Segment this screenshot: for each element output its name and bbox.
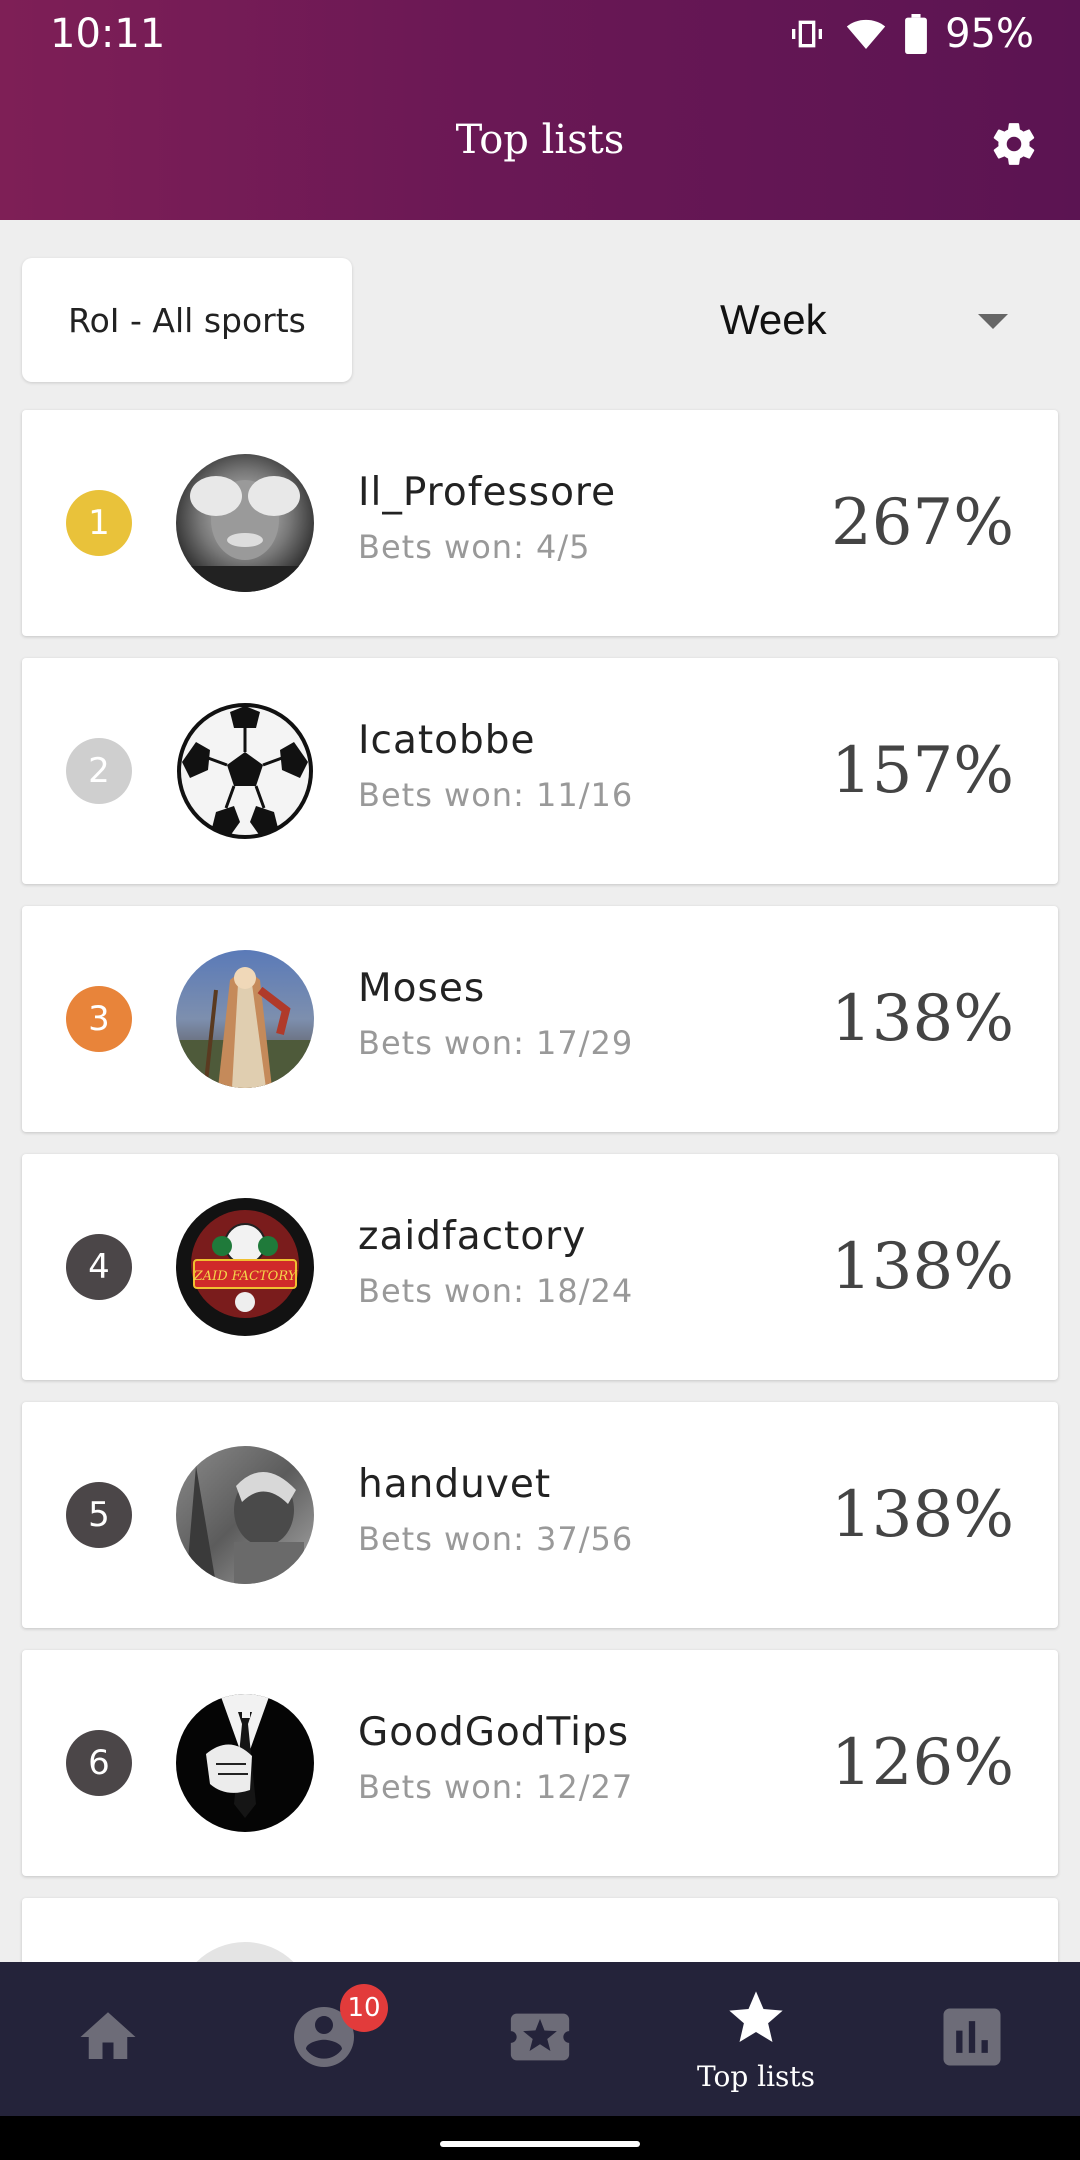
- ticket-icon: [505, 2002, 575, 2076]
- page-title: Top lists: [455, 117, 625, 163]
- roi-value: 138%: [831, 1478, 1014, 1552]
- avatar: [176, 1446, 314, 1584]
- app-header: 10:11 95% Top lists: [0, 0, 1080, 220]
- user-name: zaidfactory: [358, 1214, 587, 1259]
- avatar: [176, 454, 314, 592]
- nav-profile[interactable]: 10: [216, 1962, 432, 2116]
- user-name: GoodGodTips: [358, 1710, 630, 1755]
- avatar: [176, 702, 314, 840]
- status-icons: 95%: [787, 10, 1034, 58]
- bottom-navigation: 10 Top lists: [0, 1962, 1080, 2116]
- nav-tickets[interactable]: [432, 1962, 648, 2116]
- list-item[interactable]: 5 handuvet Bets won: 37/56 138%: [22, 1402, 1058, 1628]
- metric-filter-button[interactable]: RoI - All sports: [22, 258, 352, 382]
- avatar: [176, 1694, 314, 1832]
- nav-label: Top lists: [696, 2059, 816, 2093]
- list-item[interactable]: 2 Icatobbe Bets won: 11/16 157%: [22, 658, 1058, 884]
- nav-stats[interactable]: [864, 1962, 1080, 2116]
- period-dropdown[interactable]: Week: [560, 258, 1040, 382]
- bets-won: Bets won: 18/24: [358, 1272, 634, 1310]
- avatar: ZAID FACTORY: [176, 1198, 314, 1336]
- user-name: handuvet: [358, 1462, 552, 1507]
- nav-top-lists[interactable]: Top lists: [648, 1962, 864, 2116]
- bar-chart-icon: [934, 1999, 1010, 2079]
- bets-won: Bets won: 12/27: [358, 1768, 634, 1806]
- bets-won: Bets won: 11/16: [358, 776, 634, 814]
- home-gesture-bar[interactable]: [440, 2141, 640, 2147]
- bets-won: Bets won: 4/5: [358, 528, 591, 566]
- user-name: Il_Professore: [358, 470, 617, 515]
- notification-badge: 10: [340, 1984, 388, 2032]
- rank-badge: 5: [66, 1482, 132, 1548]
- svg-text:ZAID FACTORY: ZAID FACTORY: [193, 1269, 298, 1284]
- rank-badge: 3: [66, 986, 132, 1052]
- gear-icon: [989, 119, 1039, 173]
- avatar: [176, 950, 314, 1088]
- star-icon: [724, 1986, 788, 2054]
- settings-button[interactable]: [984, 116, 1044, 176]
- rank-badge: 6: [66, 1730, 132, 1796]
- rank-badge: 4: [66, 1234, 132, 1300]
- leaderboard-list: 1 Il_Professore Bets won: 4/5 267% 2 Ica…: [22, 410, 1058, 2146]
- period-label: Week: [720, 296, 827, 343]
- wifi-icon: [845, 14, 887, 54]
- battery-percent: 95%: [945, 11, 1034, 57]
- roi-value: 267%: [831, 486, 1014, 560]
- battery-icon: [905, 14, 928, 54]
- nav-home[interactable]: [0, 1962, 216, 2116]
- list-item[interactable]: 4 ZAID FACTORY zaidfactory Bets won: 18/…: [22, 1154, 1058, 1380]
- bets-won: Bets won: 37/56: [358, 1520, 634, 1558]
- gesture-area: [0, 2116, 1080, 2160]
- vibrate-icon: [787, 14, 827, 54]
- list-item[interactable]: 1 Il_Professore Bets won: 4/5 267%: [22, 410, 1058, 636]
- chevron-down-icon: [978, 314, 1008, 329]
- list-item[interactable]: 6 GoodGodTips Bets won: 12/27 126%: [22, 1650, 1058, 1876]
- user-name: Moses: [358, 966, 486, 1011]
- rank-badge: 2: [66, 738, 132, 804]
- bets-won: Bets won: 17/29: [358, 1024, 634, 1062]
- roi-value: 138%: [831, 1230, 1014, 1304]
- user-name: Icatobbe: [358, 718, 536, 763]
- roi-value: 157%: [831, 734, 1014, 808]
- roi-value: 138%: [831, 982, 1014, 1056]
- roi-value: 126%: [831, 1726, 1014, 1800]
- rank-badge: 1: [66, 490, 132, 556]
- status-time: 10:11: [50, 11, 166, 57]
- list-item[interactable]: 3 Moses Bets won: 17/29 138%: [22, 906, 1058, 1132]
- home-icon: [75, 2004, 141, 2074]
